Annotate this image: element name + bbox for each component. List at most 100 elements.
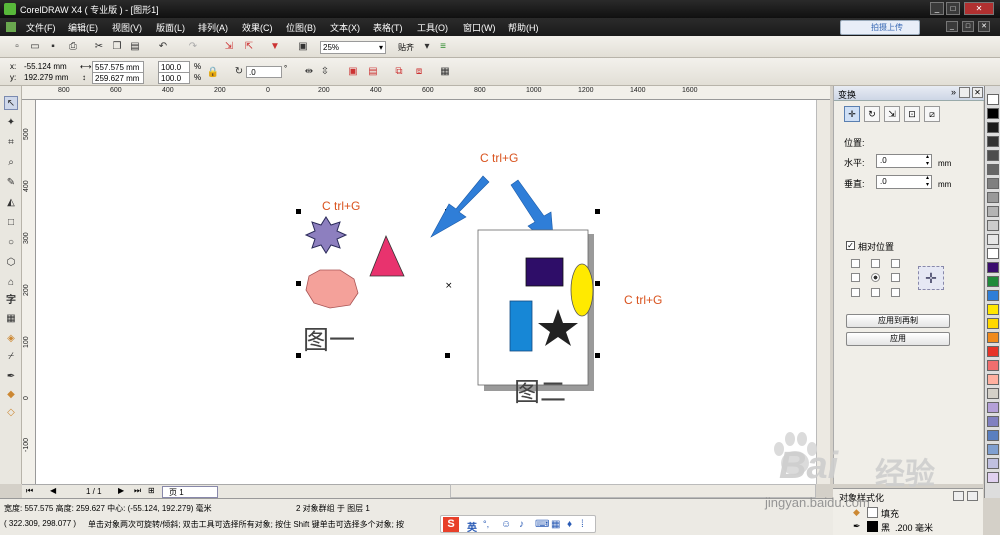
color-swatch[interactable]	[987, 444, 999, 455]
pick-tool-icon[interactable]: ↖	[4, 96, 18, 110]
wrap-text-icon[interactable]: ▦	[438, 65, 452, 79]
horizontal-field[interactable]: .0	[876, 154, 932, 168]
color-swatch[interactable]	[987, 290, 999, 301]
options-icon[interactable]: ≡	[436, 40, 450, 54]
lower-docker-close-button[interactable]	[967, 491, 978, 501]
drawing-canvas[interactable]: × C trl+G C trl+G C trl+G 图一 图二	[36, 100, 816, 484]
menu-tools[interactable]: 工具(O)	[417, 21, 448, 34]
color-swatch[interactable]	[987, 388, 999, 399]
new-document-icon[interactable]: ▫	[10, 40, 24, 54]
blue-rectangle-shape[interactable]	[509, 300, 533, 352]
app-launcher-icon[interactable]: ▼	[268, 40, 282, 54]
export-icon[interactable]: ⇱	[242, 40, 256, 54]
interactive-fill-tool-icon[interactable]: ◇	[4, 406, 18, 420]
doc-restore-button[interactable]: □	[962, 21, 974, 32]
zoom-tool-icon[interactable]: ⌕	[4, 156, 18, 170]
mirror-horizontal-icon[interactable]: ⇹	[302, 65, 316, 79]
scale-mode-icon[interactable]: ⇲	[884, 106, 900, 122]
minimize-button[interactable]: _	[930, 2, 944, 15]
rotation-field[interactable]: .0	[246, 66, 282, 78]
apply-to-duplicate-button[interactable]: 应用到再制	[846, 314, 950, 328]
interactive-blend-tool-icon[interactable]: ◈	[4, 332, 18, 346]
color-swatch[interactable]	[987, 234, 999, 245]
anchor-bottom-center[interactable]	[871, 288, 880, 297]
salmon-polygon-shape[interactable]	[305, 269, 359, 309]
yellow-ellipse-shape[interactable]	[570, 263, 594, 317]
table-tool-icon[interactable]: ▦	[4, 312, 18, 326]
emoji-icon[interactable]: ☺	[501, 519, 511, 530]
color-swatch[interactable]	[987, 346, 999, 357]
close-button[interactable]: ✕	[964, 2, 994, 15]
page-tab[interactable]: 页 1	[162, 486, 218, 498]
apply-button[interactable]: 应用	[846, 332, 950, 346]
vertical-spinner-icon[interactable]: ▴ ▾	[926, 175, 929, 189]
color-swatch[interactable]	[987, 248, 999, 259]
anchor-middle-right[interactable]	[891, 273, 900, 282]
freehand-tool-icon[interactable]: ✎	[4, 176, 18, 190]
maximize-button[interactable]: □	[946, 2, 960, 15]
pink-triangle-shape[interactable]	[369, 234, 405, 277]
color-swatch[interactable]	[987, 164, 999, 175]
group-icon[interactable]: ▣	[346, 65, 360, 79]
rectangle-tool-icon[interactable]: □	[4, 216, 18, 230]
size-mode-icon[interactable]: ⊡	[904, 106, 920, 122]
page-border[interactable]	[477, 229, 589, 386]
anchor-top-center[interactable]	[871, 259, 880, 268]
grid-menu-icon[interactable]: ⁞	[581, 519, 584, 530]
menu-window[interactable]: 窗口(W)	[463, 21, 496, 34]
chevron-down-icon[interactable]: ▾	[420, 40, 434, 54]
doc-close-button[interactable]: ✕	[978, 21, 990, 32]
rotate-mode-icon[interactable]: ↻	[864, 106, 880, 122]
color-swatch[interactable]	[987, 416, 999, 427]
vertical-ruler[interactable]: 500 400 300 200 100 0 -100	[22, 100, 36, 484]
punctuation-icon[interactable]: °,	[483, 519, 489, 529]
outline-tool-icon[interactable]: ✒	[4, 370, 18, 384]
menu-file[interactable]: 文件(F)	[26, 21, 56, 34]
relative-position-checkbox[interactable]: ✓	[846, 241, 855, 250]
skew-mode-icon[interactable]: ⧄	[924, 106, 940, 122]
color-swatch[interactable]	[987, 122, 999, 133]
purple-star-shape[interactable]	[304, 216, 348, 254]
color-swatch[interactable]	[987, 304, 999, 315]
horizontal-ruler[interactable]: 800 600 400 200 0 200 400 600 800 1000 1…	[22, 86, 830, 100]
vertical-field[interactable]: .0	[876, 175, 932, 189]
page-nav-first-icon[interactable]: ⏮	[26, 486, 33, 496]
menu-layout[interactable]: 版面(L)	[156, 21, 185, 34]
polygon-tool-icon[interactable]: ⬡	[4, 256, 18, 270]
menu-bitmaps[interactable]: 位图(B)	[286, 21, 316, 34]
mirror-vertical-icon[interactable]: ⇳	[318, 65, 332, 79]
color-swatch[interactable]	[987, 178, 999, 189]
save-icon[interactable]: ▪	[46, 40, 60, 54]
docker-close-button[interactable]: ✕	[972, 87, 983, 98]
fill-tool-icon[interactable]: ◆	[4, 388, 18, 402]
snap-to-label[interactable]: 贴齐	[398, 42, 414, 53]
color-swatch[interactable]	[987, 94, 999, 105]
text-tool-icon[interactable]: 字	[4, 294, 18, 308]
height-field[interactable]: 259.627 mm	[92, 72, 144, 84]
color-swatch[interactable]	[987, 108, 999, 119]
lock-ratio-icon[interactable]: 🔒	[206, 66, 220, 80]
color-swatch[interactable]	[987, 192, 999, 203]
outline-color-swatch[interactable]	[867, 521, 878, 532]
anchor-top-left[interactable]	[851, 259, 860, 268]
sogou-s-icon[interactable]: S	[443, 517, 459, 532]
redo-icon[interactable]: ↷	[186, 40, 200, 54]
color-swatch[interactable]	[987, 276, 999, 287]
horizontal-spinner-icon[interactable]: ▴ ▾	[926, 154, 929, 168]
menu-arrange[interactable]: 排列(A)	[198, 21, 228, 34]
ungroup-icon[interactable]: ▤	[366, 65, 380, 79]
dark-purple-rectangle-shape[interactable]	[525, 257, 564, 287]
microphone-icon[interactable]: ♪	[519, 519, 524, 530]
break-apart-icon[interactable]: ⧈	[412, 65, 426, 79]
color-swatch[interactable]	[987, 374, 999, 385]
page-nav-prev-icon[interactable]: ◀	[50, 486, 56, 495]
combine-icon[interactable]: ⧉	[392, 65, 406, 79]
doc-minimize-button[interactable]: _	[946, 21, 958, 32]
position-mode-icon[interactable]: ✛	[844, 106, 860, 122]
menu-view[interactable]: 视图(V)	[112, 21, 142, 34]
shape-tool-icon[interactable]: ✦	[4, 116, 18, 130]
import-icon[interactable]: ⇲	[222, 40, 236, 54]
toolbox-icon[interactable]: ▦	[551, 519, 560, 530]
color-swatch[interactable]	[987, 220, 999, 231]
anchor-bottom-left[interactable]	[851, 288, 860, 297]
